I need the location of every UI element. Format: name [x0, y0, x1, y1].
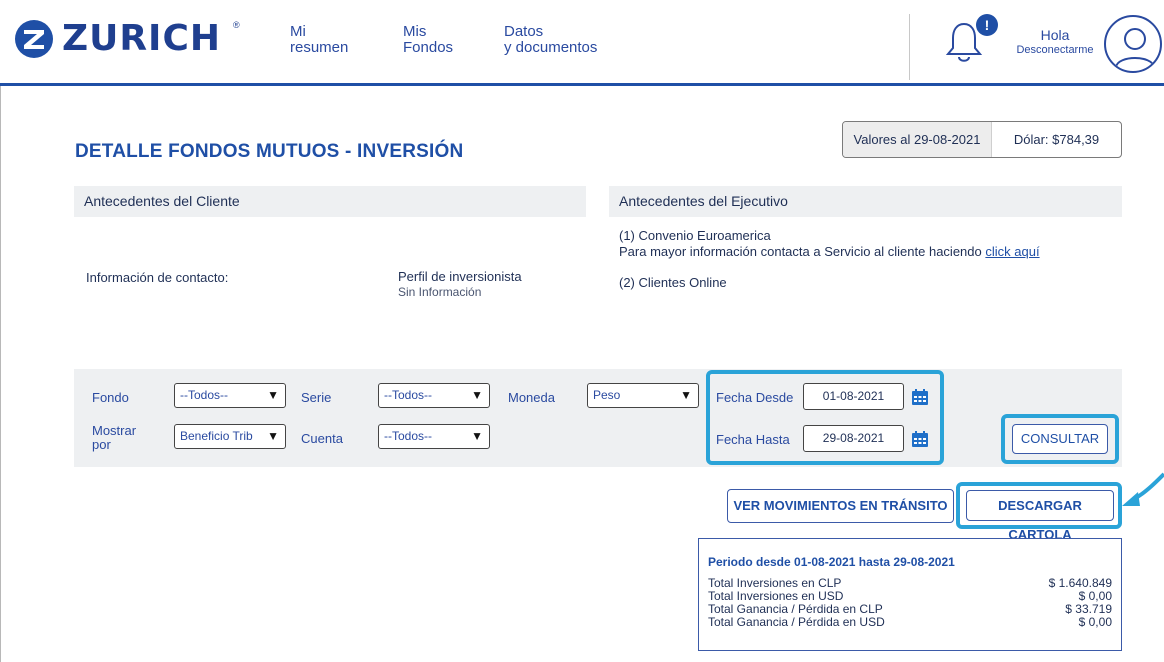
- mostrar-por-label: Mostrar por: [92, 424, 136, 452]
- cuenta-select[interactable]: --Todos-- ▼: [378, 424, 490, 449]
- header-divider: [909, 14, 910, 80]
- nav-label: resumen: [290, 39, 349, 56]
- notification-badge[interactable]: !: [976, 14, 998, 36]
- summary-value: $ 0,00: [1078, 615, 1112, 629]
- serie-select-value: --Todos--: [384, 388, 433, 402]
- cuenta-select-value: --Todos--: [384, 429, 433, 443]
- summary-row: Total Ganancia / Pérdida en USD $ 0,00: [708, 616, 1112, 629]
- zurich-logo-icon[interactable]: [15, 20, 53, 58]
- nav-label: Mi: [290, 23, 306, 40]
- fecha-hasta-label: Fecha Hasta: [716, 432, 790, 447]
- ver-movimientos-button[interactable]: VER MOVIMIENTOS EN TRÁNSITO: [727, 489, 954, 523]
- cuenta-label: Cuenta: [301, 431, 343, 446]
- nav-label: Mis: [403, 23, 427, 40]
- client-section-heading: Antecedentes del Cliente: [74, 186, 586, 217]
- investor-profile-value: Sin Información: [398, 285, 482, 299]
- executive-online: (2) Clientes Online: [619, 275, 727, 290]
- user-avatar-icon[interactable]: [1104, 15, 1162, 73]
- summary-title: Periodo desde 01-08-2021 hasta 29-08-202…: [708, 555, 955, 569]
- executive-agreement: (1) Convenio Euroamerica: [619, 228, 771, 243]
- moneda-select[interactable]: Peso ▼: [587, 383, 699, 408]
- fecha-desde-label: Fecha Desde: [716, 390, 794, 405]
- dollar-rate: Dólar: $784,39: [1013, 132, 1100, 147]
- click-here-link[interactable]: click aquí: [985, 244, 1039, 259]
- chevron-down-icon: ▼: [267, 429, 279, 443]
- fondo-select[interactable]: --Todos-- ▼: [174, 383, 286, 408]
- nav-label: y documentos: [504, 39, 598, 56]
- summary-label: Total Ganancia / Pérdida en USD: [708, 615, 885, 629]
- mostrar-select-value: Beneficio Trib: [180, 429, 253, 443]
- fecha-hasta-input[interactable]: 29-08-2021: [803, 425, 904, 452]
- greeting-text: Hola: [1040, 27, 1070, 43]
- contact-info-label: Información de contacto:: [86, 270, 229, 285]
- moneda-select-value: Peso: [593, 388, 621, 402]
- mostrar-por-select[interactable]: Beneficio Trib ▼: [174, 424, 286, 449]
- logout-link[interactable]: Desconectarme: [1000, 44, 1110, 56]
- top-header: ZURICH ® Mi resumen Mis Fondos Datos y d…: [0, 0, 1164, 86]
- nav-label: Datos: [504, 23, 544, 40]
- chevron-down-icon: ▼: [680, 388, 692, 402]
- contact-text: Para mayor información contacta a Servic…: [619, 244, 982, 259]
- nav-label: Fondos: [403, 39, 454, 56]
- mostrar-label-line: por: [92, 437, 111, 452]
- serie-select[interactable]: --Todos-- ▼: [378, 383, 490, 408]
- chevron-down-icon: ▼: [471, 388, 483, 402]
- pointer-arrow-icon: [1122, 472, 1164, 506]
- nav-mis-fondos[interactable]: Mis Fondos: [403, 24, 453, 56]
- fecha-desde-input[interactable]: 01-08-2021: [803, 383, 904, 410]
- values-info-box: Valores al 29-08-2021 Dólar: $784,39: [842, 121, 1122, 158]
- chevron-down-icon: ▼: [471, 429, 483, 443]
- values-date: Valores al 29-08-2021: [843, 122, 992, 157]
- brand-name[interactable]: ZURICH: [62, 18, 221, 60]
- calendar-icon[interactable]: [911, 388, 929, 406]
- moneda-label: Moneda: [508, 390, 555, 405]
- registered-mark: ®: [233, 20, 240, 30]
- nav-datos-documentos[interactable]: Datos y documentos: [504, 24, 597, 56]
- fondo-select-value: --Todos--: [180, 388, 229, 402]
- descargar-cartola-button[interactable]: DESCARGAR CARTOLA: [966, 490, 1114, 542]
- executive-contact-text: Para mayor información contacta a Servic…: [619, 244, 1040, 259]
- chevron-down-icon: ▼: [267, 388, 279, 402]
- executive-section-heading: Antecedentes del Ejecutivo: [609, 186, 1122, 217]
- consultar-button[interactable]: CONSULTAR: [1012, 424, 1108, 454]
- calendar-icon[interactable]: [911, 430, 929, 448]
- serie-label: Serie: [301, 390, 332, 405]
- fondo-label: Fondo: [92, 390, 129, 405]
- investor-profile-label: Perfil de inversionista: [398, 269, 522, 284]
- period-summary: Periodo desde 01-08-2021 hasta 29-08-202…: [698, 538, 1122, 651]
- page-title: DETALLE FONDOS MUTUOS - INVERSIÓN: [75, 141, 464, 162]
- mostrar-label-line: Mostrar: [92, 423, 137, 438]
- nav-mi-resumen[interactable]: Mi resumen: [290, 24, 348, 56]
